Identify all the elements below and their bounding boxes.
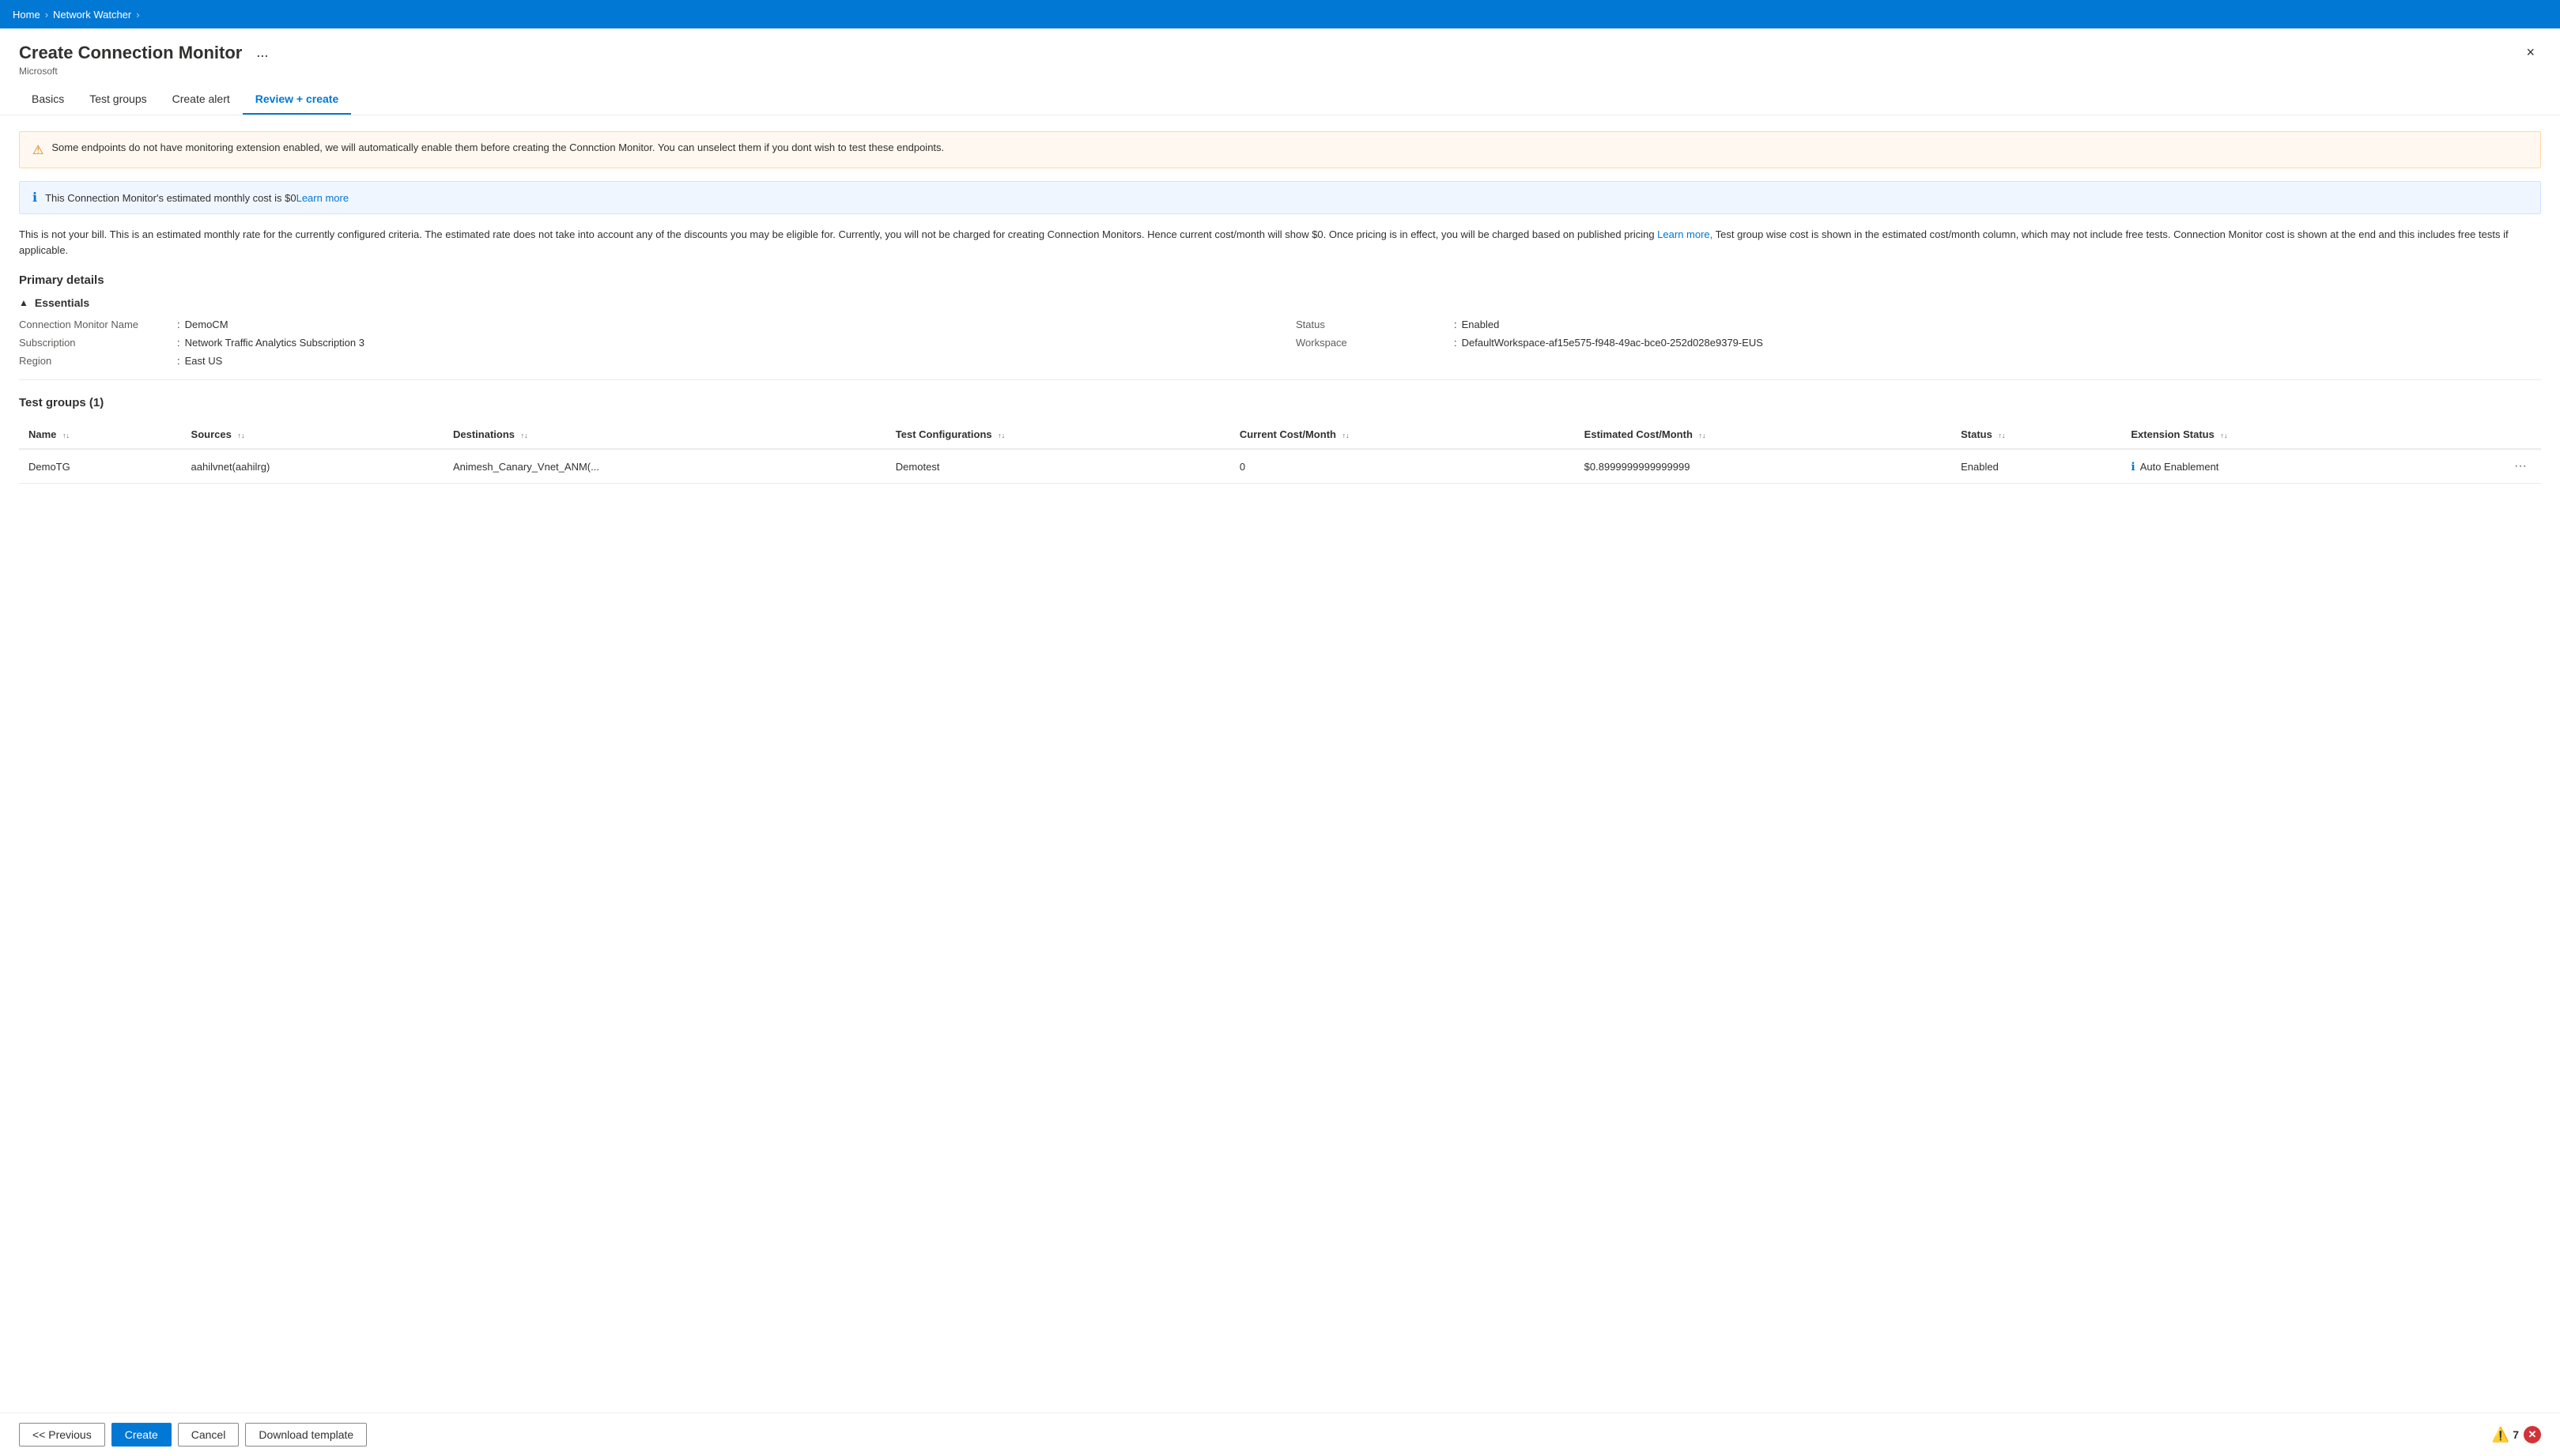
col-header-current-cost: Current Cost/Month ↑↓ — [1230, 421, 1575, 449]
info-learn-more-link[interactable]: Learn more — [296, 192, 349, 204]
info-text-before: This Connection Monitor's estimated mont… — [45, 192, 296, 204]
essentials-row-workspace: Workspace : DefaultWorkspace-af15e575-f9… — [1296, 337, 2541, 349]
table-header: Name ↑↓ Sources ↑↓ Destinations ↑↓ Test … — [19, 421, 2541, 449]
extension-status-text: Auto Enablement — [2140, 461, 2219, 473]
col-header-actions — [2431, 421, 2541, 449]
col-header-extension-status: Extension Status ↑↓ — [2121, 421, 2430, 449]
download-template-button[interactable]: Download template — [245, 1423, 367, 1447]
info-circle-icon: ℹ — [32, 190, 37, 206]
essentials-row-status: Status : Enabled — [1296, 319, 2541, 330]
essentials-value-region: East US — [185, 355, 223, 367]
cell-row-actions: ··· — [2431, 449, 2541, 484]
tab-bar: Basics Test groups Create alert Review +… — [19, 85, 2541, 115]
previous-button[interactable]: << Previous — [19, 1423, 105, 1447]
col-header-estimated-cost: Estimated Cost/Month ↑↓ — [1575, 421, 1951, 449]
footer: << Previous Create Cancel Download templ… — [0, 1413, 2560, 1456]
col-header-sources: Sources ↑↓ — [182, 421, 444, 449]
info-banner: ℹ This Connection Monitor's estimated mo… — [19, 181, 2541, 214]
essentials-value-workspace: DefaultWorkspace-af15e575-f948-49ac-bce0… — [1462, 337, 1763, 349]
warning-triangle-icon: ⚠ — [32, 142, 43, 158]
tab-basics[interactable]: Basics — [19, 85, 77, 115]
info-banner-text: This Connection Monitor's estimated mont… — [45, 192, 349, 204]
essentials-label-status: Status — [1296, 319, 1454, 330]
essentials-value-name: DemoCM — [185, 319, 228, 330]
essentials-grid: Connection Monitor Name : DemoCM Status … — [19, 319, 2541, 380]
warning-badge-button[interactable]: ⚠️ 7 — [2492, 1427, 2519, 1443]
cell-test-configs: Demotest — [886, 449, 1230, 484]
cell-destinations: Animesh_Canary_Vnet_ANM(... — [444, 449, 886, 484]
warning-banner-text: Some endpoints do not have monitoring ex… — [51, 141, 944, 153]
warning-badge-icon: ⚠️ — [2492, 1427, 2509, 1443]
essentials-label-workspace: Workspace — [1296, 337, 1454, 349]
essentials-label-name: Connection Monitor Name — [19, 319, 177, 330]
test-groups-table: Name ↑↓ Sources ↑↓ Destinations ↑↓ Test … — [19, 421, 2541, 484]
sort-icon-test-configs[interactable]: ↑↓ — [998, 432, 1005, 439]
essentials-row-region: Region : East US — [19, 355, 1264, 367]
essentials-row-name: Connection Monitor Name : DemoCM — [19, 319, 1264, 330]
col-header-status: Status ↑↓ — [1951, 421, 2121, 449]
sort-icon-destinations[interactable]: ↑↓ — [521, 432, 528, 439]
description-learn-more-link[interactable]: Learn more, — [1657, 228, 1712, 240]
warning-badge-count: 7 — [2513, 1428, 2519, 1441]
table-body: DemoTG aahilvnet(aahilrg) Animesh_Canary… — [19, 449, 2541, 484]
col-header-test-configs: Test Configurations ↑↓ — [886, 421, 1230, 449]
breadcrumb-network-watcher[interactable]: Network Watcher — [53, 9, 131, 21]
table-row: DemoTG aahilvnet(aahilrg) Animesh_Canary… — [19, 449, 2541, 484]
close-button[interactable]: × — [2520, 41, 2541, 64]
cancel-button[interactable]: Cancel — [178, 1423, 240, 1447]
essentials-label-region: Region — [19, 355, 177, 367]
essentials-value-subscription: Network Traffic Analytics Subscription 3 — [185, 337, 364, 349]
sort-icon-name[interactable]: ↑↓ — [62, 432, 70, 439]
breadcrumb: Home › Network Watcher › — [13, 9, 140, 21]
tab-test-groups[interactable]: Test groups — [77, 85, 159, 115]
cell-current-cost: 0 — [1230, 449, 1575, 484]
cell-sources: aahilvnet(aahilrg) — [182, 449, 444, 484]
description-text-before: This is not your bill. This is an estima… — [19, 228, 1657, 240]
cell-name: DemoTG — [19, 449, 182, 484]
col-header-destinations: Destinations ↑↓ — [444, 421, 886, 449]
tab-review-create[interactable]: Review + create — [243, 85, 351, 115]
sort-icon-status[interactable]: ↑↓ — [1998, 432, 2005, 439]
top-bar: Home › Network Watcher › — [0, 0, 2560, 28]
sort-icon-sources[interactable]: ↑↓ — [237, 432, 244, 439]
tab-create-alert[interactable]: Create alert — [160, 85, 243, 115]
content-area: ⚠ Some endpoints do not have monitoring … — [0, 115, 2560, 1413]
description-text: This is not your bill. This is an estima… — [19, 227, 2541, 258]
test-groups-title: Test groups (1) — [19, 396, 2541, 409]
extension-info-icon: ℹ — [2131, 460, 2135, 473]
create-button[interactable]: Create — [111, 1423, 172, 1447]
essentials-collapse-icon: ▲ — [19, 297, 28, 308]
primary-details-title: Primary details — [19, 273, 2541, 287]
breadcrumb-home[interactable]: Home — [13, 9, 40, 21]
error-badge-button[interactable]: ✕ — [2524, 1426, 2541, 1443]
footer-right: ⚠️ 7 ✕ — [2492, 1426, 2541, 1443]
panel-header: Create Connection Monitor ... × Microsof… — [0, 28, 2560, 115]
ellipsis-menu-button[interactable]: ... — [251, 43, 273, 62]
cell-estimated-cost: $0.8999999999999999 — [1575, 449, 1951, 484]
warning-banner: ⚠ Some endpoints do not have monitoring … — [19, 131, 2541, 168]
sort-icon-estimated-cost[interactable]: ↑↓ — [1699, 432, 1706, 439]
page-title: Create Connection Monitor — [19, 43, 242, 63]
cell-status: Enabled — [1951, 449, 2121, 484]
sort-icon-extension-status[interactable]: ↑↓ — [2220, 432, 2227, 439]
essentials-label-subscription: Subscription — [19, 337, 177, 349]
breadcrumb-sep-2: › — [136, 9, 139, 21]
row-context-menu-button[interactable]: ··· — [2509, 458, 2532, 475]
essentials-value-status: Enabled — [1462, 319, 1500, 330]
breadcrumb-sep-1: › — [45, 9, 48, 21]
essentials-row-subscription: Subscription : Network Traffic Analytics… — [19, 337, 1264, 349]
main-panel: Create Connection Monitor ... × Microsof… — [0, 28, 2560, 1456]
cell-extension-status: ℹ Auto Enablement — [2121, 449, 2430, 484]
panel-subtitle: Microsoft — [19, 66, 2541, 77]
essentials-header[interactable]: ▲ Essentials — [19, 296, 2541, 309]
col-header-name: Name ↑↓ — [19, 421, 182, 449]
sort-icon-current-cost[interactable]: ↑↓ — [1342, 432, 1350, 439]
essentials-title: Essentials — [35, 296, 89, 309]
